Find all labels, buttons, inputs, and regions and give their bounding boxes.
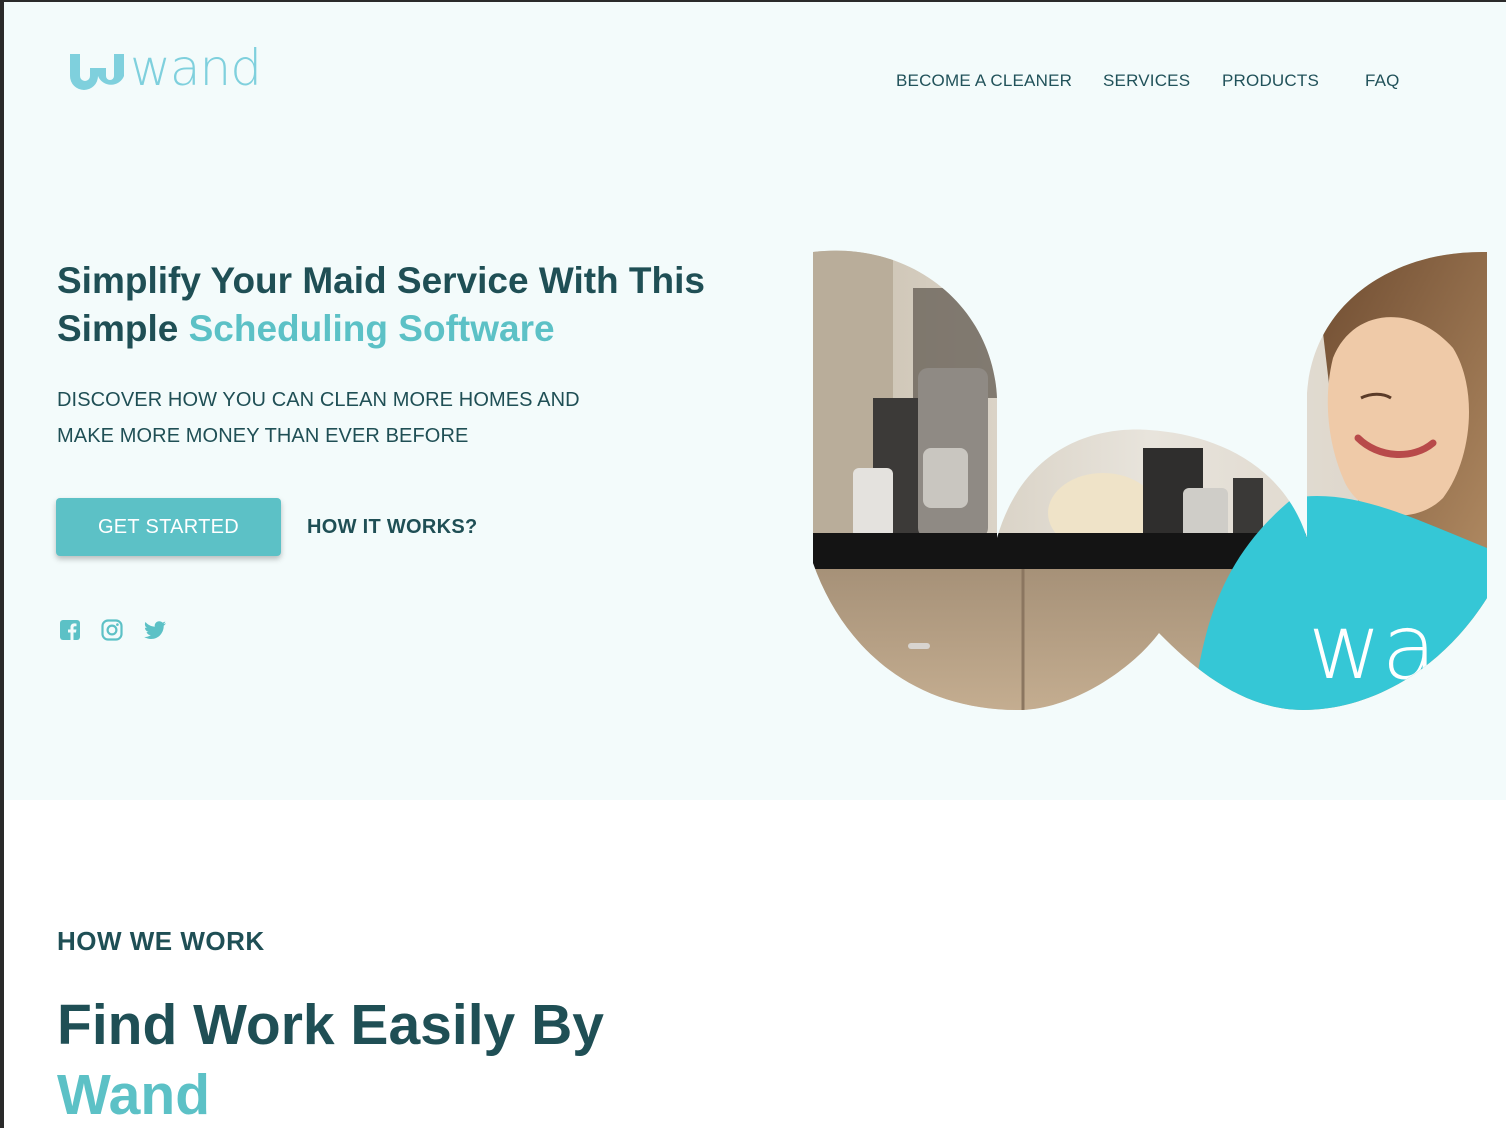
nav-faq[interactable]: FAQ xyxy=(1365,68,1400,94)
section-title-text: Find Work Easily By xyxy=(57,993,604,1057)
hero-headline-accent: Scheduling Software xyxy=(188,308,555,349)
section-label: HOW WE WORK xyxy=(57,926,265,956)
photo-shirt-logo: wa xyxy=(1308,595,1437,700)
how-it-works-link[interactable]: HOW IT WORKS? xyxy=(307,512,478,542)
nav-services[interactable]: SERVICES xyxy=(1103,68,1190,94)
main-nav: BECOME A CLEANER SERVICES PRODUCTS FAQ xyxy=(4,68,1506,94)
hero-section: wand BECOME A CLEANER SERVICES PRODUCTS … xyxy=(4,2,1506,800)
hero-subcopy-line-1: DISCOVER HOW YOU CAN CLEAN MORE HOMES AN… xyxy=(57,389,580,411)
hero-subcopy: DISCOVER HOW YOU CAN CLEAN MORE HOMES AN… xyxy=(57,382,677,454)
instagram-icon xyxy=(101,619,123,641)
facebook-link[interactable] xyxy=(58,618,84,644)
page: wand BECOME A CLEANER SERVICES PRODUCTS … xyxy=(4,2,1506,1128)
nav-become-a-cleaner[interactable]: BECOME A CLEANER xyxy=(896,68,1072,94)
section-title-accent: Wand xyxy=(57,1063,211,1127)
hero-photo-w-shape: wa xyxy=(813,250,1487,710)
hero-subcopy-line-2: MAKE MORE MONEY THAN EVER BEFORE xyxy=(57,425,469,447)
get-started-button[interactable]: GET STARTED xyxy=(56,498,281,556)
instagram-link[interactable] xyxy=(100,618,126,644)
section-title: Find Work Easily By Wand xyxy=(57,990,757,1128)
twitter-icon xyxy=(144,621,166,639)
facebook-icon xyxy=(60,620,80,640)
twitter-link[interactable] xyxy=(142,618,168,644)
nav-products[interactable]: PRODUCTS xyxy=(1222,68,1319,94)
hero-headline: Simplify Your Maid Service With This Sim… xyxy=(57,257,777,353)
